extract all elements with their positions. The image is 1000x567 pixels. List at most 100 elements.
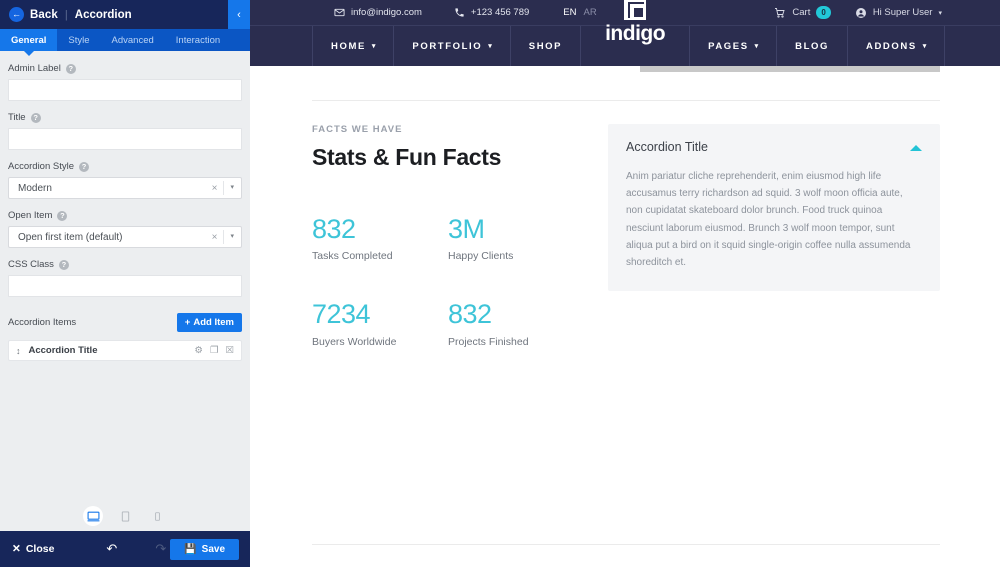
- stat-label: Projects Finished: [448, 335, 529, 348]
- page-content: FACTS WE HAVE Stats & Fun Facts 832 Task…: [250, 124, 1000, 348]
- nav-item-blog[interactable]: BLOG: [776, 26, 847, 66]
- stat-value: 832: [448, 299, 492, 330]
- clear-icon[interactable]: ×: [206, 183, 224, 194]
- tab-style-label: Style: [68, 34, 90, 46]
- phone-text: +123 456 789: [470, 7, 530, 18]
- chevron-down-icon[interactable]: ▾: [938, 9, 942, 17]
- desktop-icon[interactable]: [83, 506, 103, 526]
- open-item-label: Open Item ?: [8, 210, 242, 221]
- add-item-button[interactable]: + Add Item: [176, 313, 242, 332]
- css-class-label: CSS Class ?: [8, 259, 242, 270]
- copy-icon[interactable]: ❐: [210, 345, 219, 356]
- nav-item-portfolio[interactable]: PORTFOLIO ▾: [393, 26, 509, 66]
- stat-item: 832 Tasks Completed: [312, 214, 448, 263]
- chevron-down-icon: ▾: [488, 43, 492, 50]
- stat-value: 7234: [312, 299, 371, 330]
- close-icon: ✕: [12, 543, 21, 555]
- contact-phone[interactable]: +123 456 789: [438, 0, 545, 25]
- square-logo-icon: [624, 0, 647, 20]
- drag-handle-icon[interactable]: ↕: [16, 346, 21, 356]
- user-menu[interactable]: Hi Super User ▾: [845, 7, 952, 19]
- help-icon[interactable]: ?: [58, 259, 69, 270]
- tab-style[interactable]: Style: [57, 29, 100, 51]
- close-button[interactable]: ✕ Close: [12, 543, 54, 555]
- contact-email[interactable]: info@indigo.com: [318, 0, 438, 25]
- help-icon[interactable]: ?: [30, 112, 41, 123]
- title-input[interactable]: [8, 128, 242, 150]
- lang-en[interactable]: EN: [563, 7, 576, 18]
- logo-text: indigo: [605, 22, 666, 45]
- chevron-left-icon[interactable]: ‹: [228, 0, 250, 29]
- arrow-left-icon: ←: [9, 7, 24, 22]
- nav-addons-label: ADDONS: [866, 40, 917, 52]
- nav-left-group: HOME ▾ PORTFOLIO ▾ SHOP: [312, 26, 582, 66]
- redo-icon[interactable]: ↷: [151, 541, 170, 557]
- mobile-icon[interactable]: [147, 506, 167, 526]
- field-title: Title ?: [8, 112, 242, 150]
- app-screen: ← Back | Accordion ‹ General Style Advan…: [0, 0, 1000, 567]
- triangle-up-icon[interactable]: [910, 145, 922, 151]
- undo-icon[interactable]: ↶: [102, 541, 121, 557]
- help-icon[interactable]: ?: [57, 210, 68, 221]
- builder-footer: ✕ Close ↶ ↷ 💾 Save: [0, 531, 250, 567]
- field-admin-label: Admin Label ?: [8, 63, 242, 101]
- tab-general-label: General: [11, 34, 47, 46]
- chevron-down-icon: ▾: [371, 43, 376, 50]
- topbar-left: info@indigo.com +123 456 789 EN AR: [318, 0, 615, 25]
- site-header: info@indigo.com +123 456 789 EN AR Cart …: [250, 0, 1000, 66]
- accordion-panel: Accordion Title Anim pariatur cliche rep…: [608, 124, 940, 292]
- tablet-icon[interactable]: [115, 506, 135, 526]
- title-label-text: Title: [8, 112, 26, 123]
- cart-icon: [775, 7, 786, 18]
- help-icon[interactable]: ?: [65, 63, 76, 74]
- accordion-header[interactable]: Accordion Title: [626, 140, 922, 154]
- gear-icon[interactable]: ⚙: [194, 345, 203, 356]
- open-item-label-text: Open Item: [8, 210, 53, 221]
- add-item-label: Add Item: [193, 317, 234, 328]
- cart-button[interactable]: Cart 0: [760, 6, 844, 19]
- chevron-down-icon: ▾: [922, 43, 927, 50]
- nav-item-home[interactable]: HOME ▾: [312, 26, 393, 66]
- nav-right-group: PAGES ▾ BLOG ADDONS ▾: [689, 26, 946, 66]
- admin-label-text: Admin Label: [8, 63, 61, 74]
- nav-portfolio-label: PORTFOLIO: [412, 40, 483, 52]
- nav-home-label: HOME: [331, 40, 366, 52]
- save-button[interactable]: 💾 Save: [170, 538, 240, 560]
- nav-shop-label: SHOP: [528, 40, 563, 52]
- back-button[interactable]: ← Back: [0, 7, 58, 22]
- topbar-right: Cart 0 Hi Super User ▾: [760, 6, 952, 19]
- builder-header: ← Back | Accordion ‹: [0, 0, 250, 29]
- stats-grid: 832 Tasks Completed 3M Happy Clients 723…: [312, 215, 584, 348]
- section-eyebrow: FACTS WE HAVE: [312, 124, 403, 135]
- accordion-style-label: Accordion Style ?: [8, 161, 242, 172]
- stat-value: 832: [312, 214, 356, 244]
- accordion-item-actions: ⚙ ❐ ☒: [194, 345, 234, 356]
- tab-interaction[interactable]: Interaction: [165, 29, 231, 51]
- section-divider-bottom: [312, 544, 940, 545]
- nav-pages-label: PAGES: [708, 40, 749, 52]
- accordion-style-select[interactable]: Modern × ▾: [8, 177, 242, 199]
- nav-item-pages[interactable]: PAGES ▾: [689, 26, 776, 66]
- nav-item-addons[interactable]: ADDONS ▾: [847, 26, 946, 66]
- tab-advanced[interactable]: Advanced: [101, 29, 165, 51]
- chevron-down-icon[interactable]: ▾: [223, 230, 237, 244]
- trash-icon[interactable]: ☒: [225, 345, 234, 356]
- nav-item-shop[interactable]: SHOP: [509, 26, 582, 66]
- section-divider-top: [312, 100, 940, 101]
- css-class-input[interactable]: [8, 275, 242, 297]
- accordion-item-name: Accordion Title: [28, 345, 98, 356]
- tab-general[interactable]: General: [0, 29, 58, 51]
- accordion-items-header: Accordion Items + Add Item: [8, 313, 242, 332]
- chevron-down-icon: ▾: [754, 43, 759, 50]
- open-item-select[interactable]: Open first item (default) × ▾: [8, 226, 242, 248]
- admin-label-input[interactable]: [8, 79, 242, 101]
- site-logo[interactable]: indigo: [581, 0, 689, 66]
- builder-panel: ← Back | Accordion ‹ General Style Advan…: [0, 0, 250, 567]
- accordion-item-row[interactable]: ↕ Accordion Title ⚙ ❐ ☒: [8, 340, 242, 361]
- help-icon[interactable]: ?: [79, 161, 90, 172]
- stat-label: Tasks Completed: [312, 250, 393, 263]
- accordion-body-text: Anim pariatur cliche reprehenderit, enim…: [626, 171, 911, 268]
- stat-label: Buyers Worldwide: [312, 335, 397, 348]
- chevron-down-icon[interactable]: ▾: [223, 181, 237, 195]
- clear-icon[interactable]: ×: [206, 232, 224, 243]
